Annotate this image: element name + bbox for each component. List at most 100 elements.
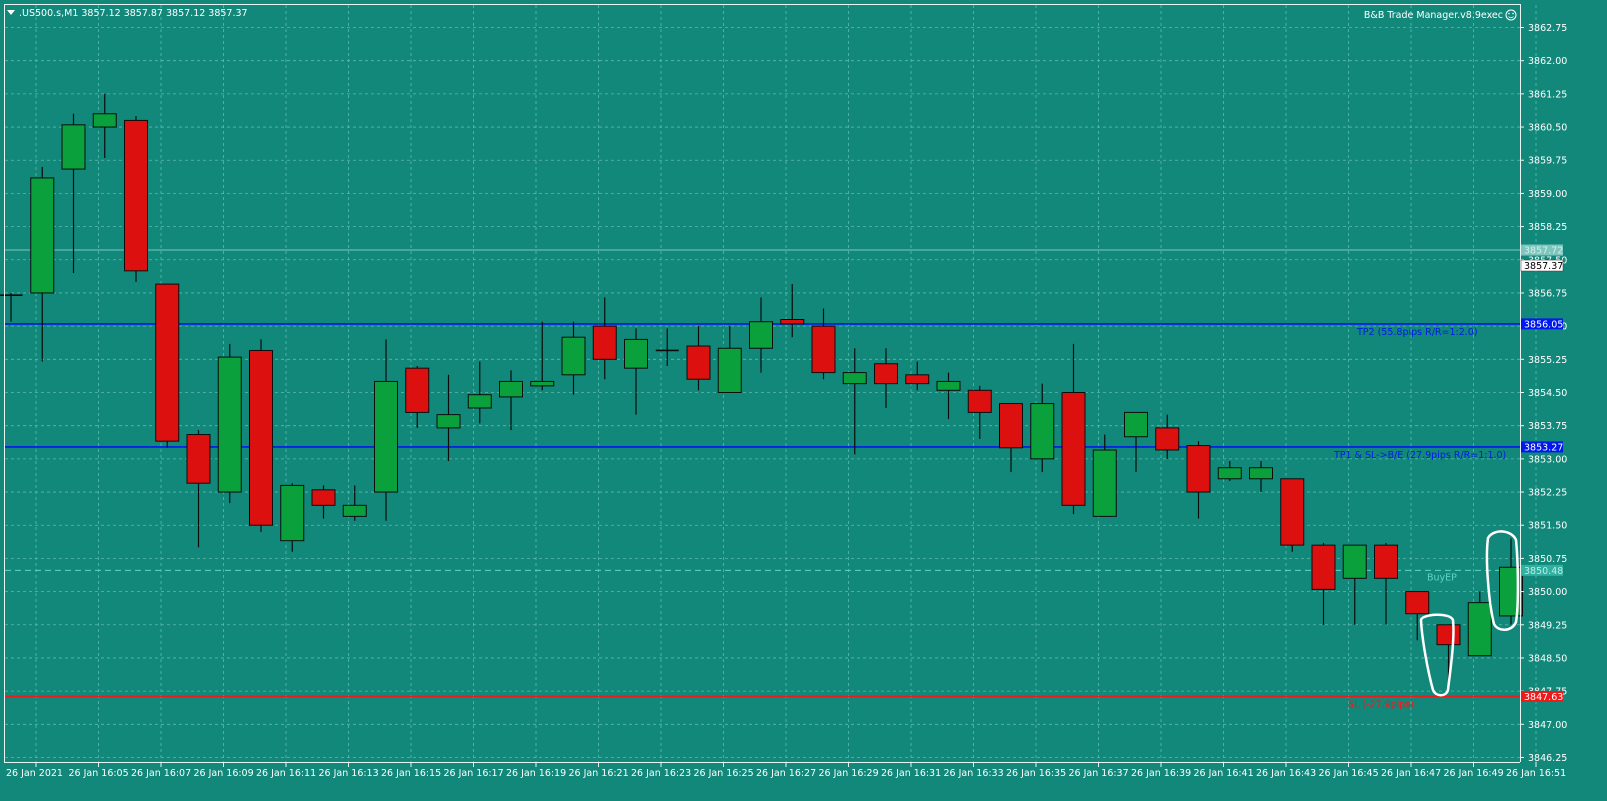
time-label: 26 Jan 16:47 — [1381, 768, 1441, 779]
price-tag-text: 3856.05 — [1524, 319, 1563, 330]
price-tag-text: 3853.27 — [1524, 442, 1563, 453]
time-label: 26 Jan 16:13 — [319, 768, 379, 779]
candle-body-bear — [311, 489, 336, 506]
time-label: 26 Jan 16:49 — [1444, 768, 1504, 779]
candle — [1280, 478, 1305, 552]
candle-body-bear — [1186, 445, 1211, 493]
candle-body-bear — [249, 349, 273, 526]
price-label: 3847.00 — [1528, 720, 1567, 731]
price-label: 3846.25 — [1528, 753, 1567, 764]
price-label: 3853.75 — [1528, 421, 1567, 432]
price-label: 3854.50 — [1528, 388, 1567, 399]
candle-body-bull — [436, 414, 461, 429]
price-label: 3848.50 — [1528, 653, 1567, 664]
chart-title: .US500.s,M1 3857.12 3857.87 3857.12 3857… — [19, 8, 248, 19]
price-label: 3855.25 — [1528, 355, 1567, 366]
candle-body-bear — [780, 319, 805, 325]
candle-body-bear — [1374, 544, 1398, 579]
level-label-tp2: TP2 (55.8pips R/R=1:2.0) — [1356, 327, 1478, 338]
time-label: 26 Jan 16:31 — [881, 768, 941, 779]
level-label-stop-loss: SL (-27.9pips) — [1348, 699, 1414, 710]
candle-body-bull — [1124, 411, 1148, 438]
price-label: 3859.75 — [1528, 156, 1567, 167]
time-label: 26 Jan 16:15 — [381, 768, 441, 779]
price-label: 3850.00 — [1528, 587, 1567, 598]
candle-body-bull — [1342, 544, 1367, 579]
level-label-buy-entry: BuyEP — [1427, 572, 1457, 583]
time-label: 26 Jan 16:27 — [756, 768, 816, 779]
price-label: 3858.25 — [1528, 222, 1567, 233]
candle-body-bear — [155, 283, 180, 442]
price-label: 3853.00 — [1528, 454, 1567, 465]
candle-body-bull — [1030, 403, 1055, 460]
current-price-text: 3857.37 — [1524, 261, 1563, 272]
time-label: 26 Jan 16:39 — [1131, 768, 1191, 779]
time-label: 26 Jan 16:05 — [69, 768, 129, 779]
price-label: 3861.25 — [1528, 89, 1567, 100]
candle-body-bull — [717, 347, 742, 393]
candle-body-bear — [1155, 427, 1180, 451]
candle-body-bear — [1405, 591, 1430, 615]
time-label: 26 Jan 2021 — [6, 768, 63, 779]
candle-body-bull — [530, 380, 555, 387]
candle-body-bull — [1092, 449, 1117, 517]
candle-body-bull — [1249, 467, 1273, 480]
price-tag-text: 3857.72 — [1524, 246, 1563, 257]
candle-body-bull — [499, 380, 523, 398]
candle-body-bear — [967, 389, 992, 413]
price-chart[interactable]: TP2 (55.8pips R/R=1:2.0) TP1 & SL->B/E (2… — [0, 0, 1607, 801]
candle-body-bull — [936, 380, 961, 391]
time-label: 26 Jan 16:11 — [256, 768, 316, 779]
candle-body-bull — [1467, 602, 1492, 657]
indicator-name: B&B Trade Manager.v8.9exec — [1364, 10, 1503, 21]
candle-body-bear — [874, 363, 898, 385]
price-label: 3852.25 — [1528, 488, 1567, 499]
candle-body-bull — [61, 124, 86, 170]
price-label: 3862.75 — [1528, 23, 1567, 34]
candle-body-bear — [686, 345, 711, 380]
time-label: 26 Jan 16:23 — [631, 768, 691, 779]
time-label: 26 Jan 16:21 — [569, 768, 629, 779]
time-label: 26 Jan 16:17 — [444, 768, 504, 779]
candle-body-bear — [592, 325, 617, 360]
candle-body-bull — [342, 504, 367, 517]
time-label: 26 Jan 16:35 — [1006, 768, 1066, 779]
candle-body-bull — [1217, 467, 1242, 480]
time-label: 26 Jan 16:07 — [131, 768, 191, 779]
candle-body-bear — [999, 403, 1023, 449]
candle-body-bear — [1061, 392, 1086, 506]
price-label: 3860.50 — [1528, 123, 1567, 134]
candle-body-bear — [124, 119, 148, 272]
time-label: 26 Jan 16:09 — [194, 768, 254, 779]
time-label: 26 Jan 16:43 — [1256, 768, 1316, 779]
candle-body-bull — [92, 113, 117, 128]
candle-body-bear — [405, 367, 430, 413]
price-tag-text: 3850.48 — [1524, 566, 1563, 577]
price-label: 3862.00 — [1528, 56, 1567, 67]
candle — [217, 343, 242, 504]
candle — [155, 283, 180, 448]
price-label: 3849.25 — [1528, 620, 1567, 631]
candle — [124, 115, 148, 282]
candle-body-bear — [811, 325, 836, 374]
price-label: 3851.50 — [1528, 521, 1567, 532]
candle-body-bull — [280, 484, 305, 542]
price-label: 3859.00 — [1528, 189, 1567, 200]
candle-body-bear — [1436, 624, 1461, 646]
time-label: 26 Jan 16:19 — [506, 768, 566, 779]
candle-body-bull — [561, 336, 586, 376]
time-label: 26 Jan 16:37 — [1069, 768, 1129, 779]
candle-body-bull — [842, 372, 867, 385]
candle-body-bear — [186, 434, 211, 484]
price-tag-text: 3847.63 — [1524, 692, 1563, 703]
time-label: 26 Jan 16:41 — [1194, 768, 1254, 779]
candle-body-bull — [749, 321, 773, 349]
candle-body-bear — [1280, 478, 1305, 546]
candle — [249, 339, 273, 532]
time-label: 26 Jan 16:51 — [1506, 768, 1566, 779]
candle-body-bear — [1311, 544, 1336, 590]
time-label: 26 Jan 16:25 — [694, 768, 754, 779]
time-label: 26 Jan 16:33 — [944, 768, 1004, 779]
time-label: 26 Jan 16:45 — [1319, 768, 1379, 779]
time-label: 26 Jan 16:29 — [819, 768, 879, 779]
